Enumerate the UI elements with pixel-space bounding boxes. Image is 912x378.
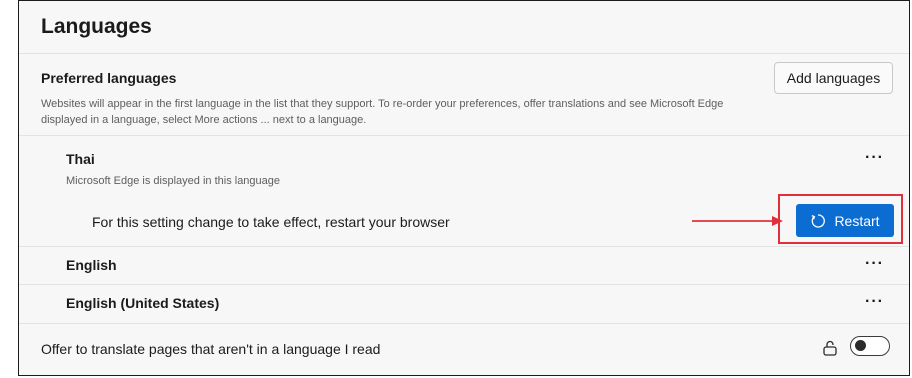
add-languages-button[interactable]: Add languages	[774, 62, 893, 94]
section-title: Languages	[41, 15, 152, 38]
language-item-thai-description: Microsoft Edge is displayed in this lang…	[66, 175, 281, 187]
language-item-english-us: English (United States)	[66, 295, 220, 311]
offer-translate-label: Offer to translate pages that aren't in …	[41, 341, 381, 357]
divider	[19, 323, 909, 324]
preferred-languages-label: Preferred languages	[41, 70, 177, 86]
restart-button-label: Restart	[834, 212, 880, 229]
restart-message: For this setting change to take effect, …	[92, 214, 450, 230]
arrow-annotation	[692, 216, 783, 226]
more-actions-button[interactable]: ···	[865, 149, 884, 167]
language-item-thai: Thai	[66, 151, 95, 167]
restart-button[interactable]: Restart	[796, 204, 894, 237]
divider	[19, 53, 909, 54]
more-actions-button[interactable]: ···	[865, 293, 884, 311]
toggle-knob	[855, 340, 866, 351]
more-actions-button[interactable]: ···	[865, 255, 884, 273]
language-item-english: English	[66, 257, 117, 273]
languages-settings-panel: Languages Preferred languages Websites w…	[18, 0, 910, 376]
offer-translate-toggle[interactable]	[850, 336, 890, 356]
divider	[19, 135, 909, 136]
restart-icon	[812, 213, 826, 228]
preferred-languages-description: Websites will appear in the first langua…	[41, 98, 724, 126]
divider	[19, 284, 909, 285]
divider	[19, 246, 909, 247]
lock-icon	[823, 340, 837, 356]
